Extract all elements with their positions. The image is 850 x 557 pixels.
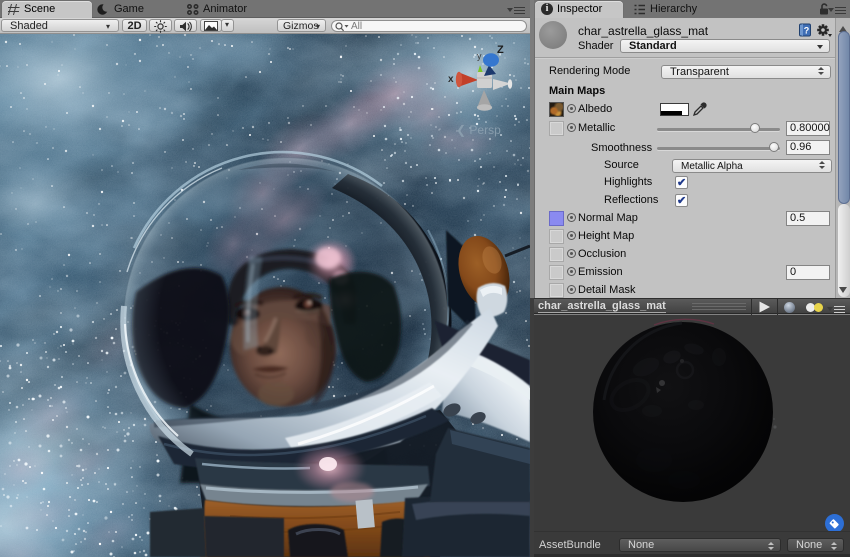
svg-text:❮ Persp: ❮ Persp	[456, 123, 501, 137]
svg-text:Z: Z	[497, 44, 504, 56]
svg-text:y: y	[477, 51, 482, 61]
svg-text:x: x	[448, 74, 454, 85]
svg-text:?: ?	[804, 26, 810, 36]
